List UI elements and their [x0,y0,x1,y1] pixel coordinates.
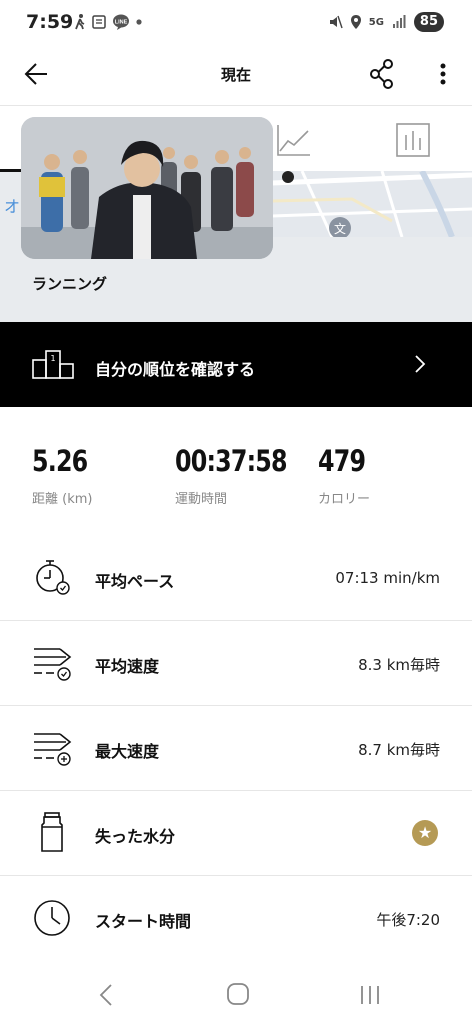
start-time-label: スタート時間 [95,912,192,931]
podium-icon: 1 [32,350,74,379]
speed-max-icon [34,733,72,766]
video-people-image [21,117,273,259]
stat-duration: 00:37:58 運動時間 [175,444,311,507]
metric-fluid-loss[interactable]: 失った水分 ★ [0,791,472,876]
map-place-label: オ [4,197,21,216]
podium-number: 1 [50,354,55,363]
system-nav-bar [0,964,472,1024]
line-icon: LINE [113,14,129,30]
duration-label: 運動時間 [175,492,228,507]
metric-start-time[interactable]: スタート時間 午後7:20 [0,876,472,961]
activity-type-label: ランニング [32,275,108,293]
average-pace-label: 平均ペース [95,572,175,591]
calories-value: 479 [318,444,366,478]
stat-calories: 479 カロリー [318,444,376,507]
check-rank-banner[interactable]: 1 自分の順位を確認する [0,322,472,407]
water-bottle-icon [41,812,63,852]
star-icon[interactable]: ★ [412,820,438,846]
metric-average-pace[interactable]: 平均ペース 07:13 min/km [0,536,472,621]
average-speed-value: 8.3 km毎時 [358,656,440,674]
stopwatch-pace-icon [36,560,70,595]
route-map[interactable]: 文 [272,171,472,237]
start-time-value: 午後7:20 [376,911,440,929]
signal-icon [392,15,406,28]
location-icon [350,15,361,29]
status-system-icons: 5G 85 [329,12,444,32]
calories-label: カロリー [318,492,371,507]
fluid-loss-label: 失った水分 [95,827,176,846]
status-notification-icons: LINE [74,14,142,30]
distance-label: 距離 (km) [32,492,93,507]
share-icon[interactable] [366,56,398,92]
chevron-right-icon [415,355,426,373]
status-time: 7:59 [26,11,74,33]
page-title: 現在 [220,66,251,84]
average-speed-label: 平均速度 [95,657,160,676]
line-icon-label: LINE [115,20,128,26]
average-pace-value: 07:13 min/km [335,569,440,587]
distance-value: 5.26 [32,444,88,478]
more-options-icon[interactable] [430,56,456,92]
video-thumbnail[interactable] [21,117,273,259]
nav-back-icon[interactable] [96,982,116,1008]
svg-text:文: 文 [334,221,346,236]
tab-splits-icon[interactable] [396,123,430,157]
walk-icon [75,14,85,30]
clock-icon [34,900,70,936]
max-speed-value: 8.7 km毎時 [358,741,440,759]
tab-map-indicator [0,169,22,172]
battery-indicator: 85 [413,12,444,32]
nav-home-icon[interactable] [226,982,250,1006]
dot-icon [136,19,142,25]
check-rank-label: 自分の順位を確認する [95,360,256,379]
stat-distance: 5.26 距離 (km) [32,444,100,507]
max-speed-label: 最大速度 [95,742,160,761]
status-bar: 7:59 LINE 5G 85 [0,0,472,44]
tab-chart-icon[interactable] [276,123,312,157]
nav-recent-apps-icon[interactable] [358,982,382,1008]
metric-max-speed[interactable]: 最大速度 8.7 km毎時 [0,706,472,791]
metric-average-speed[interactable]: 平均速度 8.3 km毎時 [0,621,472,706]
news-icon [92,15,106,29]
duration-value: 00:37:58 [175,444,288,478]
mute-icon [329,15,343,29]
app-bar: 現在 [0,44,472,106]
map-area[interactable]: 文 オ ランニング [0,107,472,322]
5g-icon: 5G [368,16,384,28]
map-roads-graphic: 文 [272,171,472,237]
speed-average-icon [34,648,72,681]
